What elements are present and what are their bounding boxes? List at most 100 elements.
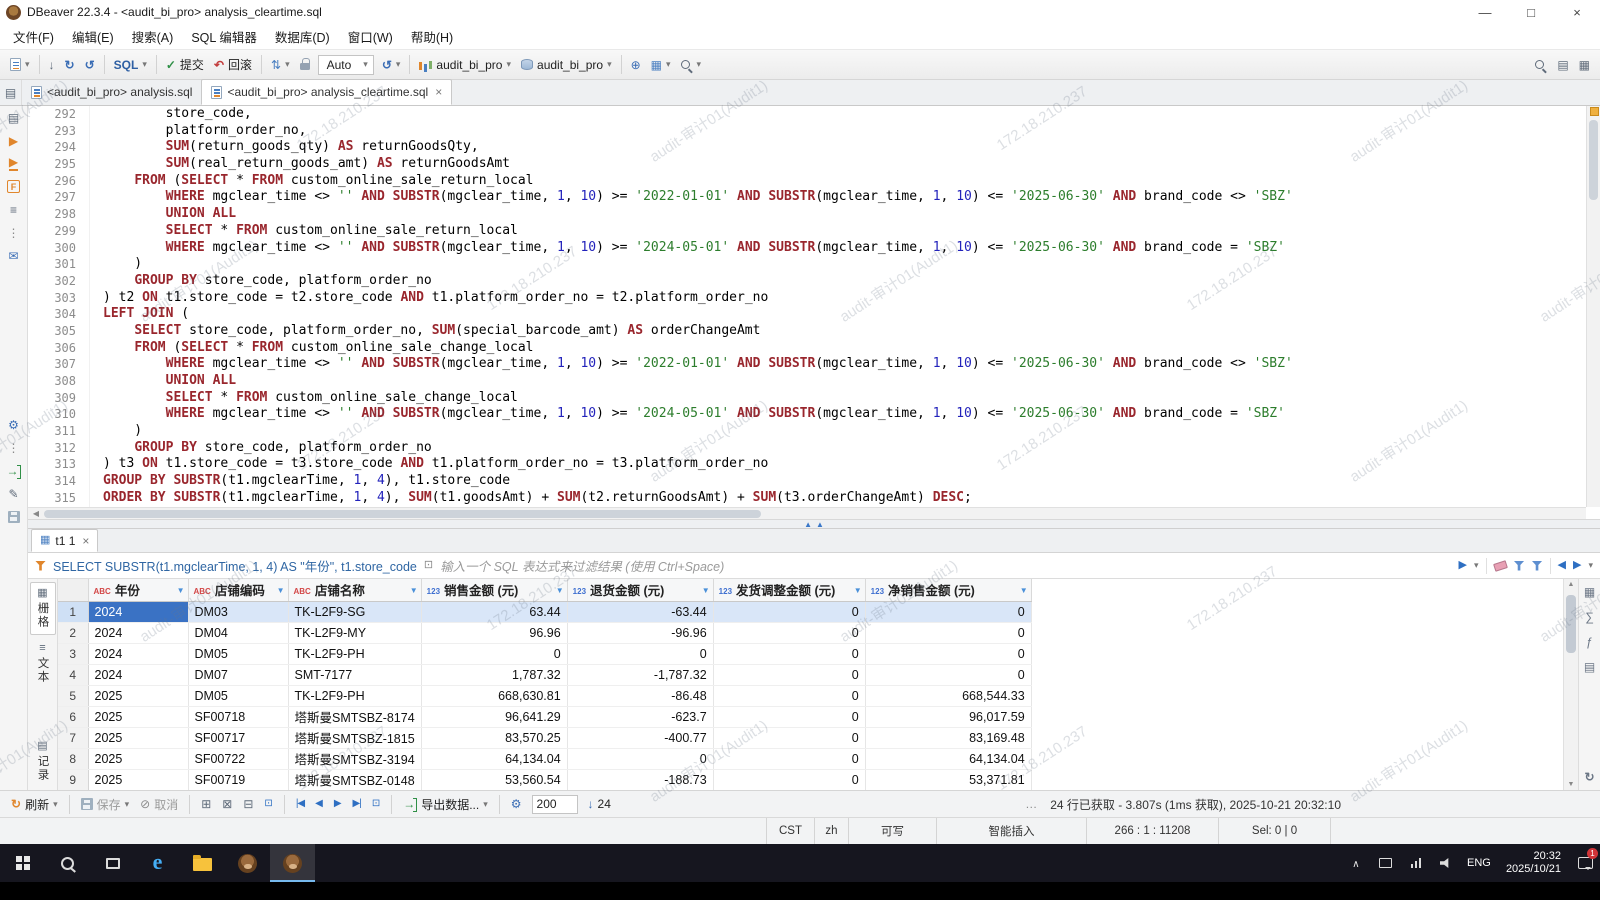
result-settings-button[interactable] (507, 796, 526, 812)
edit-cell-button[interactable] (260, 797, 276, 811)
maximize-button[interactable]: □ (1508, 0, 1554, 24)
filter-icon[interactable] (35, 561, 46, 571)
column-header-5[interactable]: 123发货调整金额 (元)▼ (713, 579, 865, 601)
cell[interactable]: DM05 (188, 685, 288, 706)
cell[interactable]: SF00722 (188, 748, 288, 769)
code-line-294[interactable]: 294 SUM(return_goods_qty) AS returnGoods… (28, 139, 1586, 156)
value-panel-icon[interactable] (1584, 585, 1595, 599)
cell[interactable]: 0 (865, 622, 1031, 643)
start-button[interactable] (0, 844, 45, 882)
cell[interactable]: 0 (713, 601, 865, 622)
rollback-button[interactable]: 回滚 (209, 53, 257, 76)
schema-selector[interactable]: audit_bi_pro (516, 55, 617, 75)
search-menu-button[interactable] (676, 57, 707, 72)
explorer-button[interactable] (180, 844, 225, 882)
editor-results-splitter[interactable] (28, 519, 1600, 529)
cell[interactable]: 96.96 (421, 622, 567, 643)
cell[interactable]: -96.96 (567, 622, 713, 643)
output-console-button[interactable] (4, 247, 24, 264)
chevron-down-icon[interactable] (506, 60, 511, 69)
code-line-315[interactable]: 315ORDER BY SUBSTR(t1.mgclearTime, 1, 4)… (28, 490, 1586, 507)
cell[interactable]: SF00718 (188, 706, 288, 727)
code-line-302[interactable]: 302 GROUP BY store_code, platform_order_… (28, 273, 1586, 290)
cell[interactable]: 2024 (88, 643, 188, 664)
zoom-row-button[interactable] (368, 797, 384, 811)
cell[interactable]: 0 (865, 664, 1031, 685)
close-result-tab-icon[interactable] (82, 534, 89, 548)
grid-vertical-scrollbar[interactable] (1563, 579, 1578, 790)
chevron-down-icon[interactable] (25, 60, 30, 69)
code-line-299[interactable]: 299 SELECT * FROM custom_online_sale_ret… (28, 223, 1586, 240)
chevron-down-icon[interactable] (666, 60, 671, 69)
save-filter-icon[interactable] (1532, 561, 1543, 571)
tray-display-button[interactable] (1371, 844, 1401, 882)
tray-network-button[interactable] (1401, 844, 1431, 882)
cell[interactable]: 塔斯曼SMTSBZ-0148 (288, 769, 421, 790)
code-line-304[interactable]: 304LEFT JOIN ( (28, 306, 1586, 323)
transaction-log-button[interactable] (266, 56, 295, 74)
menu-item-5[interactable]: 窗口(W) (339, 24, 402, 49)
code-area[interactable]: 292 store_code,293 platform_order_no,294… (28, 106, 1586, 507)
cell[interactable]: 0 (713, 664, 865, 685)
duplicate-row-button[interactable] (218, 796, 236, 812)
clear-filter-icon[interactable] (1493, 560, 1508, 572)
cell[interactable]: 96,641.29 (421, 706, 567, 727)
row-number[interactable]: 7 (58, 727, 88, 748)
editor-settings-button[interactable] (4, 416, 24, 433)
column-filter-icon[interactable]: ▼ (410, 586, 418, 595)
row-number[interactable]: 6 (58, 706, 88, 727)
next-row-button[interactable] (330, 797, 346, 811)
cell[interactable]: TK-L2F9-PH (288, 685, 421, 706)
navigator-button[interactable] (626, 56, 646, 74)
code-line-308[interactable]: 308 UNION ALL (28, 373, 1586, 390)
menu-item-0[interactable]: 文件(F) (4, 24, 63, 49)
code-line-306[interactable]: 306 FROM (SELECT * FROM custom_online_sa… (28, 340, 1586, 357)
menu-item-3[interactable]: SQL 编辑器 (182, 24, 266, 49)
column-filter-icon[interactable]: ▼ (177, 586, 185, 595)
cell[interactable]: 96,017.59 (865, 706, 1031, 727)
transaction-lock-button[interactable] (295, 56, 315, 73)
code-line-305[interactable]: 305 SELECT store_code, platform_order_no… (28, 323, 1586, 340)
column-header-3[interactable]: 123销售金额 (元)▼ (421, 579, 567, 601)
code-line-310[interactable]: 310 WHERE mgclear_time <> '' AND SUBSTR(… (28, 406, 1586, 423)
cell[interactable]: TK-L2F9-PH (288, 643, 421, 664)
language-indicator[interactable]: ENG (1461, 844, 1497, 882)
cell[interactable]: -63.44 (567, 601, 713, 622)
add-row-button[interactable] (197, 796, 215, 812)
code-line-298[interactable]: 298 UNION ALL (28, 206, 1586, 223)
filter-input[interactable]: 输入一个 SQL 表达式来过滤结果 (使用 Ctrl+Space) (440, 556, 724, 575)
cell[interactable]: DM03 (188, 601, 288, 622)
code-line-300[interactable]: 300 WHERE mgclear_time <> '' AND SUBSTR(… (28, 240, 1586, 257)
prev-row-button[interactable] (311, 797, 327, 811)
export-data-button[interactable]: 导出数据... (399, 794, 492, 815)
column-header-1[interactable]: ABC店铺编码▼ (188, 579, 288, 601)
collapse-up-icon[interactable] (804, 520, 812, 529)
result-grid[interactable]: ABC年份▼ABC店铺编码▼ABC店铺名称▼123销售金额 (元)▼123退货金… (58, 579, 1563, 790)
minimize-button[interactable]: — (1462, 0, 1508, 24)
menu-item-2[interactable]: 搜索(A) (123, 24, 183, 49)
scrollbar-thumb[interactable] (1589, 120, 1598, 200)
cell[interactable]: 668,630.81 (421, 685, 567, 706)
menu-item-1[interactable]: 编辑(E) (63, 24, 123, 49)
code-line-295[interactable]: 295 SUM(real_return_goods_amt) AS return… (28, 156, 1586, 173)
edit-filter-icon[interactable] (1514, 561, 1525, 571)
forward-icon[interactable] (1573, 560, 1581, 571)
cell[interactable]: -1,787.32 (567, 664, 713, 685)
cell[interactable]: 0 (713, 622, 865, 643)
perspective-grid-button[interactable] (1574, 56, 1595, 74)
explain-plan-button[interactable] (4, 178, 24, 195)
cell[interactable]: DM07 (188, 664, 288, 685)
view-tab-text[interactable]: 文本 (30, 638, 56, 689)
tray-volume-button[interactable] (1431, 844, 1461, 882)
chevron-down-icon[interactable] (607, 60, 612, 69)
code-line-301[interactable]: 301 ) (28, 256, 1586, 273)
tab-analysis-cleartime-sql[interactable]: <audit_bi_pro> analysis_cleartime.sql (201, 79, 452, 105)
cell[interactable]: 0 (713, 727, 865, 748)
editor-vertical-scrollbar[interactable] (1586, 106, 1600, 507)
cell[interactable]: 2024 (88, 664, 188, 685)
refresh-panel-icon[interactable] (1584, 770, 1594, 784)
delete-row-button[interactable] (239, 796, 257, 812)
chevron-down-icon[interactable] (363, 60, 368, 69)
action-center-button[interactable]: 1 (1570, 844, 1600, 882)
code-line-292[interactable]: 292 store_code, (28, 106, 1586, 123)
